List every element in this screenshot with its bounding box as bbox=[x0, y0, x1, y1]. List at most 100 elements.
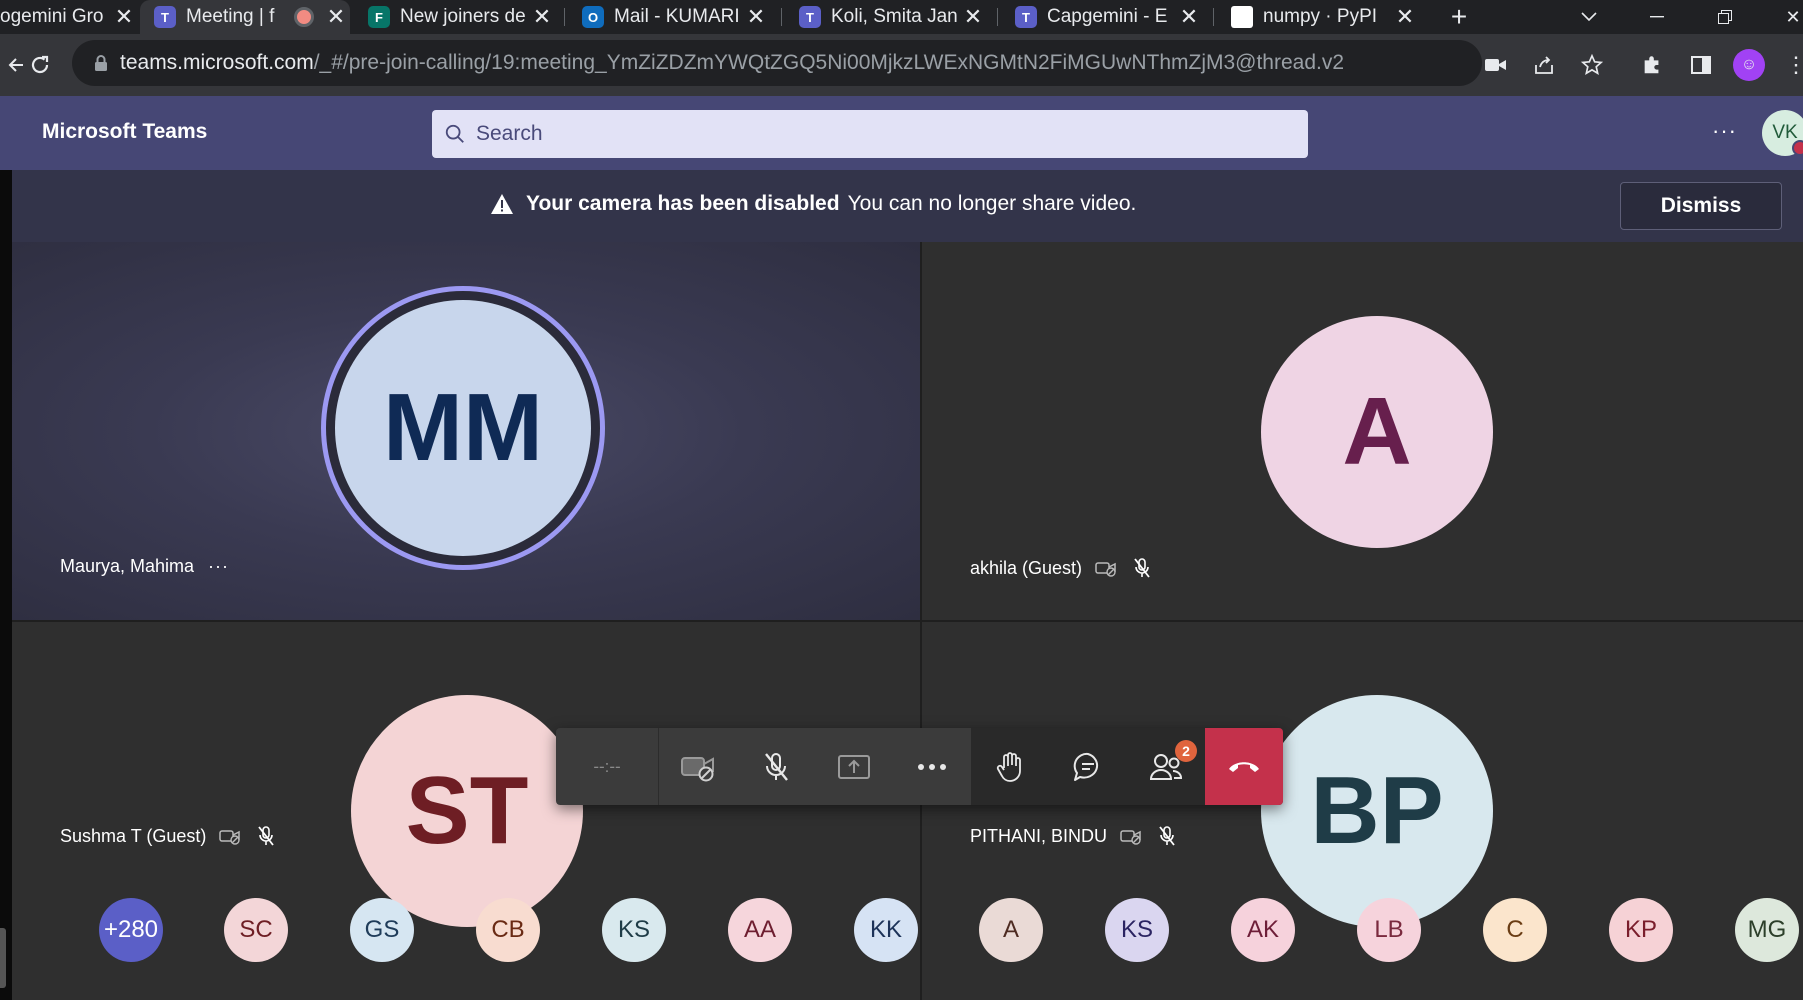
dismiss-button[interactable]: Dismiss bbox=[1620, 182, 1782, 230]
browser-menu-button[interactable]: ⋮ bbox=[1780, 49, 1803, 81]
mic-off-icon bbox=[1155, 824, 1179, 848]
profile-icon: ☺ bbox=[1740, 56, 1758, 73]
more-options-button[interactable]: ··· bbox=[1712, 118, 1737, 144]
forms-icon: F bbox=[368, 6, 390, 28]
tab-search-button[interactable] bbox=[1566, 0, 1612, 34]
search-input[interactable]: Search bbox=[432, 110, 1308, 158]
side-panel-button[interactable] bbox=[1685, 49, 1717, 81]
bookmark-button[interactable] bbox=[1576, 49, 1608, 81]
kebab-menu-icon: ⋮ bbox=[1785, 52, 1803, 77]
tab-title: Meeting | f bbox=[186, 6, 275, 27]
reload-button[interactable] bbox=[24, 49, 56, 81]
participant-avatar-small[interactable]: AK bbox=[1231, 898, 1295, 962]
camera-off-icon bbox=[681, 756, 714, 781]
camera-button[interactable] bbox=[659, 728, 737, 805]
new-tab-button[interactable]: + bbox=[1436, 0, 1482, 34]
puzzle-icon bbox=[1644, 56, 1659, 74]
restore-button[interactable] bbox=[1702, 0, 1748, 34]
participant-nameplate: Maurya, Mahima ··· bbox=[60, 556, 229, 577]
browser-tab[interactable]: O Mail - KUMARI ✕ bbox=[568, 0, 770, 34]
close-icon[interactable]: ✕ bbox=[322, 4, 350, 30]
participant-avatar: A bbox=[1261, 316, 1493, 548]
close-icon[interactable]: ✕ bbox=[110, 4, 138, 30]
more-actions-button[interactable] bbox=[893, 728, 971, 805]
tab-separator bbox=[564, 8, 565, 26]
mic-off-icon bbox=[254, 824, 278, 848]
share-screen-button[interactable] bbox=[815, 728, 893, 805]
chat-button[interactable] bbox=[1049, 728, 1127, 805]
status-badge bbox=[1792, 140, 1803, 156]
participant-name: akhila (Guest) bbox=[970, 557, 1083, 578]
address-bar[interactable]: teams.microsoft.com/_#/pre-join-calling/… bbox=[72, 40, 1482, 86]
browser-tab[interactable]: T Koli, Smita Jan ✕ bbox=[785, 0, 987, 34]
raise-hand-icon bbox=[996, 751, 1021, 782]
participants-button[interactable]: 2 bbox=[1127, 728, 1205, 805]
participant-name: Sushma T (Guest) bbox=[60, 825, 207, 846]
warning-icon bbox=[491, 194, 513, 214]
browser-tab[interactable]: numpy · PyPI ✕ bbox=[1217, 0, 1419, 34]
close-icon[interactable]: ✕ bbox=[1175, 4, 1203, 30]
lock-icon bbox=[95, 55, 107, 71]
participant-avatar-small[interactable]: KK bbox=[854, 898, 918, 962]
close-icon[interactable]: ✕ bbox=[959, 4, 987, 30]
profile-avatar[interactable]: ☺ bbox=[1733, 49, 1765, 81]
tab-title: Capgemini - E bbox=[1047, 6, 1168, 27]
browser-tab[interactable]: T Capgemini - E ✕ bbox=[1001, 0, 1203, 34]
participant-avatar-small[interactable]: A bbox=[979, 898, 1043, 962]
share-button[interactable] bbox=[1529, 49, 1561, 81]
camera-disabled-banner: Your camera has been disabled You can no… bbox=[12, 170, 1803, 242]
camera-blocked-button[interactable] bbox=[1480, 49, 1512, 81]
browser-tab[interactable]: F New joiners de ✕ bbox=[354, 0, 556, 34]
browser-toolbar: teams.microsoft.com/_#/pre-join-calling/… bbox=[0, 34, 1803, 96]
tab-title: Mail - KUMARI bbox=[614, 6, 740, 27]
url-host: teams.microsoft.com bbox=[120, 51, 314, 74]
search-placeholder: Search bbox=[476, 122, 543, 145]
camera-off-icon bbox=[218, 824, 242, 848]
banner-message: Your camera has been disabled You can no… bbox=[490, 192, 1136, 216]
participants-count-badge: 2 bbox=[1175, 740, 1197, 762]
mic-off-icon bbox=[1130, 556, 1154, 580]
leave-call-button[interactable] bbox=[1205, 728, 1283, 805]
microphone-button[interactable] bbox=[737, 728, 815, 805]
participant-avatar-small[interactable]: LB bbox=[1357, 898, 1421, 962]
tab-title: New joiners de bbox=[400, 6, 526, 27]
minimize-button[interactable] bbox=[1634, 0, 1680, 34]
participant-avatar-small[interactable]: KP bbox=[1609, 898, 1673, 962]
extensions-button[interactable] bbox=[1636, 49, 1668, 81]
video-camera-icon bbox=[1485, 59, 1506, 71]
participant-avatar-small[interactable]: KS bbox=[1105, 898, 1169, 962]
participant-avatar: MM bbox=[335, 300, 591, 556]
participant-avatar-small[interactable]: KS bbox=[602, 898, 666, 962]
reload-icon bbox=[31, 55, 49, 74]
raise-hand-button[interactable] bbox=[971, 728, 1049, 805]
participant-nameplate: akhila (Guest) bbox=[970, 556, 1154, 580]
browser-tab-active[interactable]: T Meeting | f ✕ bbox=[140, 0, 350, 34]
participant-avatar-small[interactable]: C bbox=[1483, 898, 1547, 962]
tab-separator bbox=[781, 8, 782, 26]
chat-icon bbox=[1073, 752, 1099, 781]
side-panel-handle[interactable] bbox=[0, 928, 6, 988]
close-icon[interactable]: ✕ bbox=[1391, 4, 1419, 30]
participant-avatar-small[interactable]: SC bbox=[224, 898, 288, 962]
tab-title: numpy · PyPI bbox=[1263, 6, 1378, 27]
participant-name: PITHANI, BINDU bbox=[970, 825, 1108, 846]
participant-more-button[interactable]: ··· bbox=[208, 556, 229, 577]
overflow-participants-button[interactable]: +280 bbox=[99, 898, 163, 962]
chevron-down-icon bbox=[1581, 12, 1597, 22]
mic-off-icon bbox=[765, 752, 788, 781]
minimize-icon bbox=[1650, 16, 1664, 18]
participant-avatar-small[interactable]: AA bbox=[728, 898, 792, 962]
participant-avatar-small[interactable]: MG bbox=[1735, 898, 1799, 962]
participant-avatar-small[interactable]: GS bbox=[350, 898, 414, 962]
participant-nameplate: PITHANI, BINDU bbox=[970, 824, 1179, 848]
outlook-icon: O bbox=[582, 6, 604, 28]
toolbar-right-group: 2 bbox=[971, 728, 1283, 805]
close-icon[interactable]: ✕ bbox=[742, 4, 770, 30]
close-window-button[interactable]: ✕ bbox=[1770, 0, 1803, 34]
hang-up-icon bbox=[1229, 761, 1259, 772]
browser-tab[interactable]: ogemini Gro ✕ bbox=[0, 0, 138, 34]
pypi-icon bbox=[1231, 6, 1253, 28]
search-icon bbox=[445, 124, 464, 143]
close-icon[interactable]: ✕ bbox=[528, 4, 556, 30]
participant-avatar-small[interactable]: CB bbox=[476, 898, 540, 962]
